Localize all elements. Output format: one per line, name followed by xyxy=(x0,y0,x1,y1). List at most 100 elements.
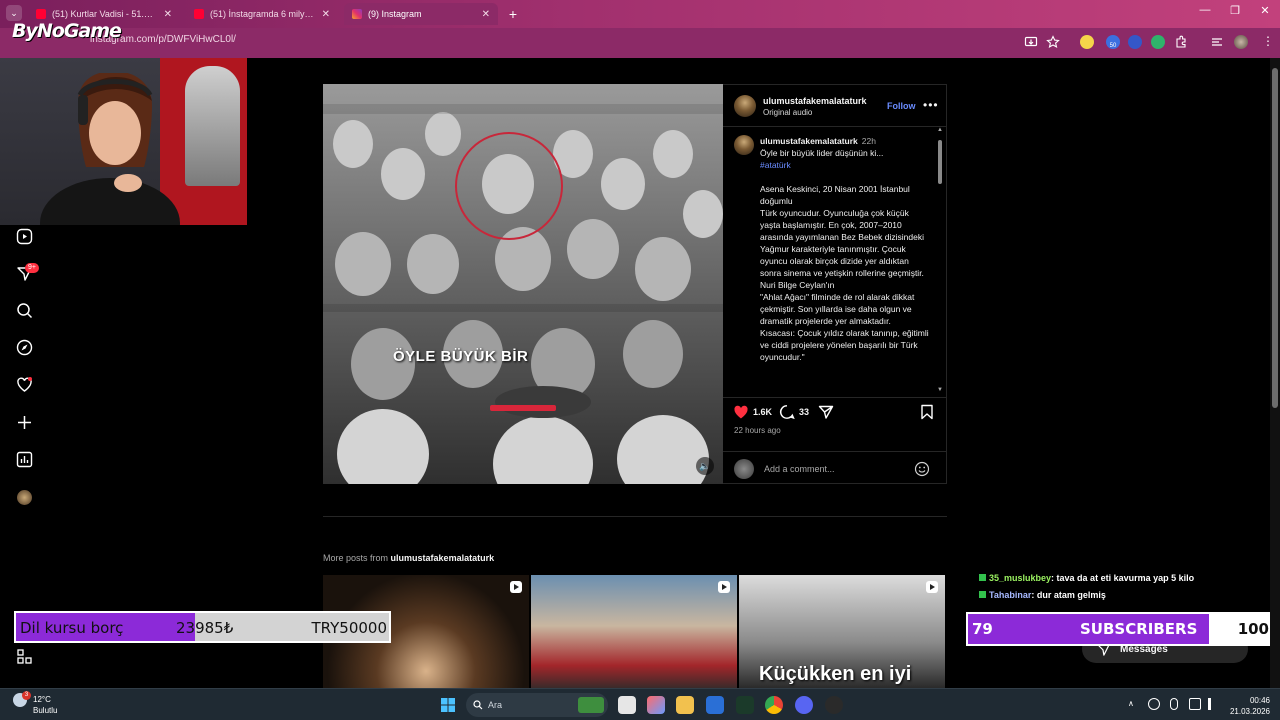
extension-icon[interactable] xyxy=(1128,35,1142,49)
store-icon[interactable] xyxy=(706,696,724,714)
extension-icon[interactable] xyxy=(1080,35,1094,49)
windows-start-icon[interactable] xyxy=(440,697,456,713)
weather-badge: 3 xyxy=(22,691,31,700)
more-post-tile[interactable]: Küçükken en iyi xyxy=(739,575,945,688)
emoji-icon[interactable] xyxy=(914,461,930,477)
close-tab-icon[interactable]: ✕ xyxy=(482,9,490,20)
subs-current: 79 xyxy=(972,620,993,638)
chat-username: 35_muslukbey xyxy=(989,573,1052,583)
goal-target: TRY50000 xyxy=(311,619,387,637)
tray-wifi-icon[interactable] xyxy=(1189,698,1201,710)
caption-avatar[interactable] xyxy=(734,135,754,155)
more-menu-icon[interactable] xyxy=(16,648,33,665)
minimize-button[interactable]: — xyxy=(1190,4,1220,16)
messages-badge: 9+ xyxy=(25,263,39,273)
tile-caption: Küçükken en iyi xyxy=(759,663,912,685)
weather-widget[interactable]: 12°C Bulutlu xyxy=(33,694,57,716)
close-tab-icon[interactable]: ✕ xyxy=(322,9,330,20)
extension-icon[interactable] xyxy=(1151,35,1165,49)
tray-mic-icon[interactable] xyxy=(1170,698,1178,710)
comment-count[interactable]: 33 xyxy=(799,407,809,417)
hashtag-link[interactable]: #atatürk xyxy=(760,159,930,171)
app-icon[interactable] xyxy=(736,696,754,714)
copilot-icon[interactable] xyxy=(647,696,665,714)
page-scrollbar[interactable] xyxy=(1270,58,1280,688)
caption-paragraph: Kısacası: Çocuk yıldız olarak tanınıp, e… xyxy=(760,328,929,362)
scroll-thumb[interactable] xyxy=(938,140,942,184)
tab-label: (51) Kurtlar Vadisi - 51.Bölüm | F xyxy=(52,9,158,19)
goal-current: 23985₺ xyxy=(176,619,234,637)
instagram-icon xyxy=(352,9,362,19)
extension-badge-icon[interactable]: 50 xyxy=(1106,35,1120,49)
bookmark-star-icon[interactable] xyxy=(1046,35,1060,49)
caption-scrollbar[interactable]: ▲ ▼ xyxy=(937,127,943,393)
more-posts-heading: More posts from ulumustafakemalataturk xyxy=(323,553,494,563)
file-explorer-icon[interactable] xyxy=(676,696,694,714)
mod-badge-icon xyxy=(979,591,986,598)
restore-button[interactable]: ❐ xyxy=(1220,4,1250,17)
profile-avatar[interactable] xyxy=(1234,35,1248,49)
weather-temp: 12°C xyxy=(33,695,51,704)
save-bookmark-icon[interactable] xyxy=(920,404,934,420)
dashboard-icon[interactable] xyxy=(16,451,33,468)
caption-username[interactable]: ulumustafakemalataturk xyxy=(760,136,858,146)
more-posts-user[interactable]: ulumustafakemalataturk xyxy=(391,553,495,563)
create-icon[interactable] xyxy=(16,414,33,431)
reel-icon xyxy=(718,581,730,593)
profile-avatar[interactable] xyxy=(17,490,32,505)
scroll-up-icon[interactable]: ▲ xyxy=(937,127,943,133)
audio-label[interactable]: Original audio xyxy=(763,108,812,117)
share-icon[interactable] xyxy=(818,404,834,420)
tab-label: (9) Instagram xyxy=(368,9,422,19)
extensions-puzzle-icon[interactable] xyxy=(1174,35,1188,49)
video-underline xyxy=(490,405,556,411)
clock[interactable]: 00:46 21.03.2026 xyxy=(1226,695,1270,717)
subscriber-goal-bar: 79 SUBSCRIBERS 100 xyxy=(966,612,1275,646)
app-icon[interactable] xyxy=(825,696,843,714)
tab-instagram[interactable]: (9) Instagram ✕ xyxy=(344,3,498,25)
scroll-down-icon[interactable]: ▼ xyxy=(937,387,943,393)
follow-button[interactable]: Follow xyxy=(887,101,916,111)
reading-list-icon[interactable] xyxy=(1210,35,1224,49)
taskbar-search[interactable]: Ara xyxy=(466,693,608,717)
reels-icon[interactable] xyxy=(16,228,33,245)
explore-icon[interactable] xyxy=(16,339,33,356)
tray-volume-icon[interactable] xyxy=(1208,698,1220,710)
post-details-panel: ulumustafakemalataturk Original audio Fo… xyxy=(723,84,947,484)
like-count[interactable]: 1.6K xyxy=(753,407,772,417)
browser-menu-icon[interactable]: ⋮ xyxy=(1262,34,1274,48)
close-tab-icon[interactable]: ✕ xyxy=(164,9,172,20)
taskbar-search-placeholder: Ara xyxy=(488,700,503,710)
goal-label: Dil kursu borç xyxy=(20,619,124,637)
discord-icon[interactable] xyxy=(795,696,813,714)
post-video[interactable]: ÖYLE BÜYÜK BİR 🔈 xyxy=(323,84,723,484)
chat-username: Tahabinar xyxy=(989,590,1032,600)
caption-paragraph: "Ahlat Ağacı" filminde de rol alarak dik… xyxy=(760,292,915,302)
weather-desc: Bulutlu xyxy=(33,706,58,715)
viewer-avatar xyxy=(734,459,754,479)
task-view-icon[interactable] xyxy=(618,696,636,714)
notifications-heart-icon[interactable] xyxy=(16,376,33,393)
like-heart-icon[interactable] xyxy=(733,404,749,420)
more-post-tile[interactable] xyxy=(531,575,737,688)
youtube-icon xyxy=(194,9,204,19)
tab-instagram-video[interactable]: (51) İnstagramda 6 milyon izlen ✕ xyxy=(186,3,338,25)
install-app-icon[interactable] xyxy=(1024,35,1038,49)
caption-first-line: Öyle bir büyük lider düşünün ki... xyxy=(760,148,884,158)
mute-toggle-icon[interactable]: 🔈 xyxy=(696,457,714,475)
author-username[interactable]: ulumustafakemalataturk xyxy=(763,96,867,106)
more-options-icon[interactable]: ••• xyxy=(923,98,939,112)
close-window-button[interactable]: ✕ xyxy=(1250,4,1280,17)
chrome-icon[interactable] xyxy=(765,696,783,714)
author-avatar[interactable] xyxy=(734,95,756,117)
page-scroll-thumb[interactable] xyxy=(1272,68,1278,408)
search-icon[interactable] xyxy=(16,302,33,319)
subs-target: 100 xyxy=(1237,620,1269,638)
tray-network-icon[interactable] xyxy=(1148,698,1160,710)
new-tab-button[interactable]: + xyxy=(504,5,522,23)
reel-icon xyxy=(510,581,522,593)
comment-icon[interactable] xyxy=(779,404,795,420)
tab-search-button[interactable]: ⌄ xyxy=(6,5,22,21)
tray-chevron-icon[interactable]: ∧ xyxy=(1128,699,1134,708)
add-comment-input[interactable]: Add a comment... xyxy=(764,464,835,474)
